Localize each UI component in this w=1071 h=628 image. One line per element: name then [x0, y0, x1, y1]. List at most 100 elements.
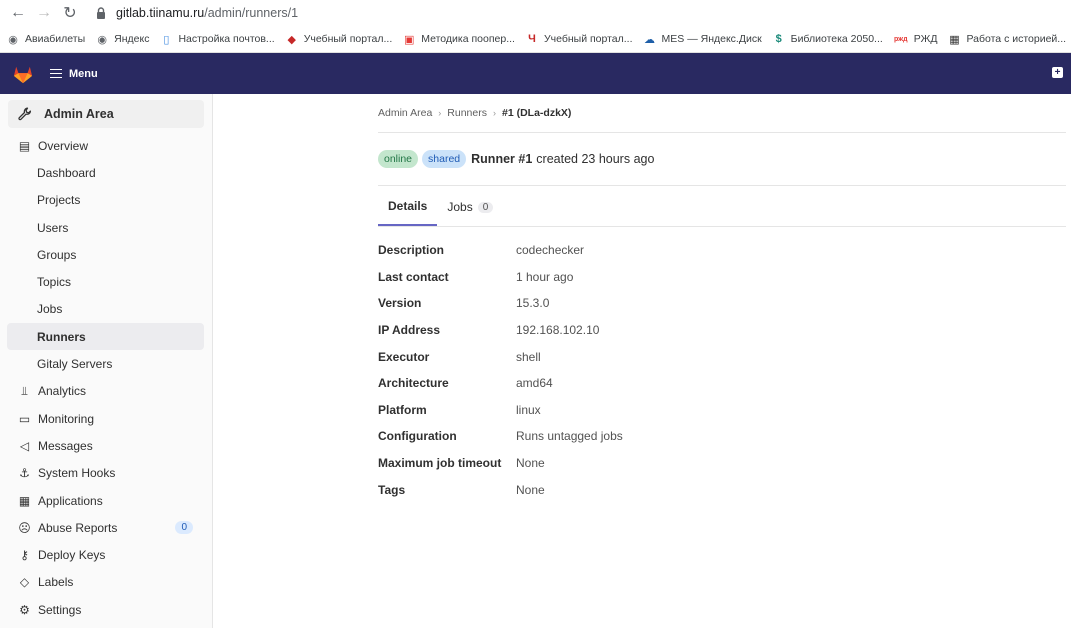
back-arrow-icon[interactable]: ← [8, 3, 28, 23]
bookmark-item[interactable]: ▣ Методика поопер... [402, 32, 515, 46]
sidebar-item-monitoring[interactable]: ▭ Monitoring [0, 405, 204, 432]
sidebar-item-jobs[interactable]: Jobs [0, 296, 204, 323]
runner-details: Description codechecker Last contact 1 hour… [378, 237, 1066, 503]
reload-icon[interactable]: ↻ [60, 3, 80, 23]
gitlab-logo-icon[interactable] [12, 64, 34, 84]
sidebar-item-dashboard[interactable]: Dashboard [0, 159, 204, 186]
detail-row: Architecture amd64 [378, 370, 1066, 397]
detail-label: Version [378, 296, 422, 311]
portal-icon: Ч [528, 33, 536, 45]
tab-details-label: Details [388, 199, 428, 213]
bookmark-label: MES — Яндекс.Диск [661, 33, 762, 45]
bookmark-item[interactable]: Ч Учебный портал... [525, 32, 632, 46]
bookmark-item[interactable]: ☁ MES — Яндекс.Диск [643, 32, 762, 46]
address-bar[interactable]: gitlab.tiinamu.ru/admin/runners/1 [116, 6, 298, 20]
sidebar-item-gitaly-servers[interactable]: Gitaly Servers [0, 350, 204, 377]
sidebar-item-label: Runners [37, 329, 86, 344]
bookmark-item[interactable]: ◆ Учебный портал... [285, 32, 393, 46]
sidebar-item-topics[interactable]: Topics [0, 268, 204, 295]
detail-label: Architecture [378, 376, 449, 391]
bookmark-item[interactable]: ◉ Яндекс [95, 32, 149, 46]
sidebar-item-deploy-keys[interactable]: ⚷ Deploy Keys [0, 541, 204, 568]
detail-label: Tags [378, 482, 406, 497]
sidebar-item-labels[interactable]: ◇ Labels [0, 569, 204, 596]
abuse-icon: ☹ [18, 520, 31, 535]
detail-row: Description codechecker [378, 237, 1066, 264]
detail-row: Configuration Runs untagged jobs [378, 423, 1066, 450]
sidebar-item-groups[interactable]: Groups [0, 241, 204, 268]
sidebar-item-label: Users [37, 220, 69, 235]
lock-icon[interactable] [94, 6, 108, 20]
breadcrumb-runners[interactable]: Runners [447, 107, 487, 119]
breadcrumb-admin-area[interactable]: Admin Area [378, 107, 432, 119]
sidebar-item-analytics[interactable]: ⫫ Analytics [0, 378, 204, 405]
main-content: Admin Area › Runners › #1 (DLa-dzkX) onl… [213, 94, 1071, 628]
sidebar-item-label: Topics [37, 275, 72, 290]
bookmark-item[interactable]: $ Библиотека 2050... [772, 32, 883, 46]
bookmark-label: Работа с историей... [966, 33, 1067, 45]
runner-title: Runner #1 [471, 152, 533, 166]
detail-label: Maximum job timeout [378, 456, 502, 471]
detail-row: Executor shell [378, 343, 1066, 370]
sidebar-item-applications[interactable]: ▦ Applications [0, 487, 204, 514]
sidebar-item-label: Gitaly Servers [37, 357, 113, 372]
menu-button[interactable]: Menu [50, 68, 98, 80]
cloud-icon: ☁ [644, 33, 656, 46]
detail-label: Platform [378, 402, 427, 417]
sidebar-item-label: System Hooks [38, 466, 116, 481]
overview-icon: ▤ [18, 138, 31, 153]
detail-row: Tags None [378, 476, 1066, 503]
library-icon: $ [775, 33, 782, 45]
url-path: /admin/runners/1 [204, 6, 299, 20]
detail-row: Last contact 1 hour ago [378, 264, 1066, 291]
sidebar-item-settings[interactable]: ⚙ Settings [0, 596, 204, 623]
rzd-icon: ржд [894, 35, 908, 43]
tab-jobs[interactable]: Jobs 0 [437, 200, 503, 226]
sidebar-item-messages[interactable]: ◁ Messages [0, 432, 204, 459]
sidebar-item-overview[interactable]: ▤ Overview [0, 132, 204, 159]
detail-label: Executor [378, 349, 430, 364]
sidebar-header[interactable]: Admin Area [8, 100, 204, 128]
sidebar-item-label: Applications [38, 493, 103, 508]
bookmark-item[interactable]: ◉ Авиабилеты [6, 32, 85, 46]
globe-icon: ◉ [97, 33, 107, 46]
sidebar-item-label: Analytics [38, 384, 87, 399]
sidebar-item-users[interactable]: Users [0, 214, 204, 241]
sidebar-item-label: Overview [38, 138, 89, 153]
bookmark-item[interactable]: ▯ Настройка почтов... [159, 32, 274, 46]
label-icon: ◇ [19, 575, 30, 590]
breadcrumb: Admin Area › Runners › #1 (DLa-dzkX) [378, 94, 1066, 133]
runner-header: online shared Runner #1 created 23 hours… [378, 133, 1066, 186]
tab-details[interactable]: Details [378, 199, 438, 226]
detail-label: Last contact [378, 269, 449, 284]
chevron-right-icon: › [438, 108, 442, 118]
bus-icon: ▦ [949, 33, 960, 46]
megaphone-icon: ◁ [19, 438, 30, 453]
runner-type-badge: shared [422, 150, 467, 168]
detail-row: Platform linux [378, 397, 1066, 424]
bookmark-item[interactable]: ▦ Работа с историей... [948, 32, 1067, 46]
forward-arrow-icon[interactable]: → [34, 3, 54, 23]
sidebar-item-projects[interactable]: Projects [0, 187, 204, 214]
jobs-count-badge: 0 [477, 201, 494, 213]
url-host: gitlab.tiinamu.ru [116, 6, 205, 20]
bookmark-label: Методика поопер... [421, 33, 515, 45]
breadcrumb-current[interactable]: #1 (DLa-dzkX) [502, 107, 571, 119]
detail-value: shell [516, 349, 541, 364]
sidebar-item-runners[interactable]: Runners [7, 323, 204, 351]
detail-row: IP Address 192.168.102.10 [378, 317, 1066, 344]
chevron-right-icon: › [492, 108, 496, 118]
runner-tabs: Details Jobs 0 [378, 186, 1066, 227]
sidebar-item-label: Jobs [37, 302, 63, 317]
detail-value: Runs untagged jobs [516, 429, 623, 444]
sidebar-item-system-hooks[interactable]: ⚓ System Hooks [0, 460, 204, 487]
detail-label: Description [378, 243, 445, 258]
sidebar-item-label: Messages [38, 438, 93, 453]
pdf-icon: ▣ [404, 33, 415, 46]
plus-icon[interactable]: + [1052, 67, 1063, 78]
sidebar-item-abuse-reports[interactable]: ☹ Abuse Reports 0 [0, 514, 204, 541]
detail-value: 1 hour ago [516, 269, 574, 284]
bookmark-item[interactable]: ржд РЖД [893, 32, 938, 46]
key-icon: ⚷ [20, 548, 29, 563]
bookmark-label: Учебный портал... [303, 33, 393, 45]
